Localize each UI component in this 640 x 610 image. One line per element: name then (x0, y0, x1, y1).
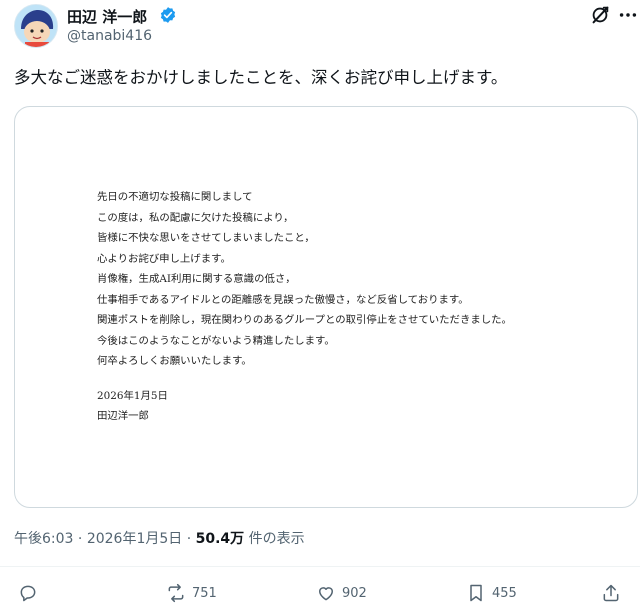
bookmark-button[interactable]: 455 (466, 582, 517, 604)
verified-badge-icon (160, 7, 176, 23)
apology-letter: 先日の不適切な投稿に関しまして この度は，私の配慮に欠けた投稿により， 皆様に不… (97, 187, 512, 427)
share-icon (603, 584, 619, 602)
reply-button[interactable] (18, 582, 38, 604)
tweet-text: 多大なご迷惑をおかけしましたことを、深くお詫び申し上げます。 (14, 68, 508, 87)
like-icon (319, 587, 333, 601)
action-bar: 751 902 455 (0, 578, 640, 606)
more-icon[interactable] (617, 4, 639, 26)
avatar[interactable] (14, 4, 58, 48)
display-name[interactable]: 田辺 洋一郎 (67, 6, 147, 27)
meta-separator: · (186, 531, 196, 547)
user-handle[interactable]: @tanabi416 (67, 28, 152, 44)
bookmark-icon (470, 584, 482, 602)
letter-date: 2026年1月5日 (97, 389, 168, 402)
retweet-button[interactable]: 751 (166, 582, 217, 604)
grok-icon[interactable] (589, 4, 611, 26)
like-count: 902 (342, 585, 367, 601)
letter-line: 今後はこのようなことがないよう精進したします。 (97, 334, 335, 347)
letter-line: 心よりお詫び申し上げます。 (97, 252, 231, 265)
retweet-icon (168, 583, 184, 603)
views-label: 件の表示 (248, 531, 305, 547)
retweet-count: 751 (192, 585, 217, 601)
bookmark-count: 455 (492, 585, 517, 601)
letter-line: この度は，私の配慮に欠けた投稿により， (97, 211, 294, 224)
letter-line: 仕事相手であるアイドルとの距離感を見誤った傲慢さ，など反省しております。 (97, 293, 469, 306)
avatar-illustration (15, 5, 57, 47)
letter-line: 先日の不適切な投稿に関しまして (97, 191, 253, 203)
divider (0, 566, 640, 567)
letter-line: 関連ポストを削除し，現在関わりのあるグループとの取引停止をさせていただきました。 (97, 314, 512, 326)
tweet-time[interactable]: 午後6:03 (14, 531, 73, 547)
tweet-header: 田辺 洋一郎 @tanabi416 (0, 0, 640, 56)
views-count: 50.4万 (195, 531, 245, 547)
attached-image[interactable]: 先日の不適切な投稿に関しまして この度は，私の配慮に欠けた投稿により， 皆様に不… (14, 106, 638, 508)
letter-signature: 田辺洋一郎 (97, 410, 149, 422)
like-button[interactable]: 902 (316, 582, 367, 604)
tweet-meta: 午後6:03 · 2026年1月5日 · 50.4万 件の表示 (14, 528, 305, 548)
tweet-date[interactable]: 2026年1月5日 (87, 531, 182, 547)
reply-icon (20, 585, 36, 602)
letter-line: 何卒よろしくお願いいたします。 (97, 355, 252, 367)
letter-line: 皆様に不快な思いをさせてしまいましたこと， (97, 232, 315, 244)
meta-separator: · (77, 531, 87, 547)
share-button[interactable] (601, 582, 621, 604)
letter-line: 肖像権，生成AI利用に関する意識の低さ， (97, 273, 296, 285)
